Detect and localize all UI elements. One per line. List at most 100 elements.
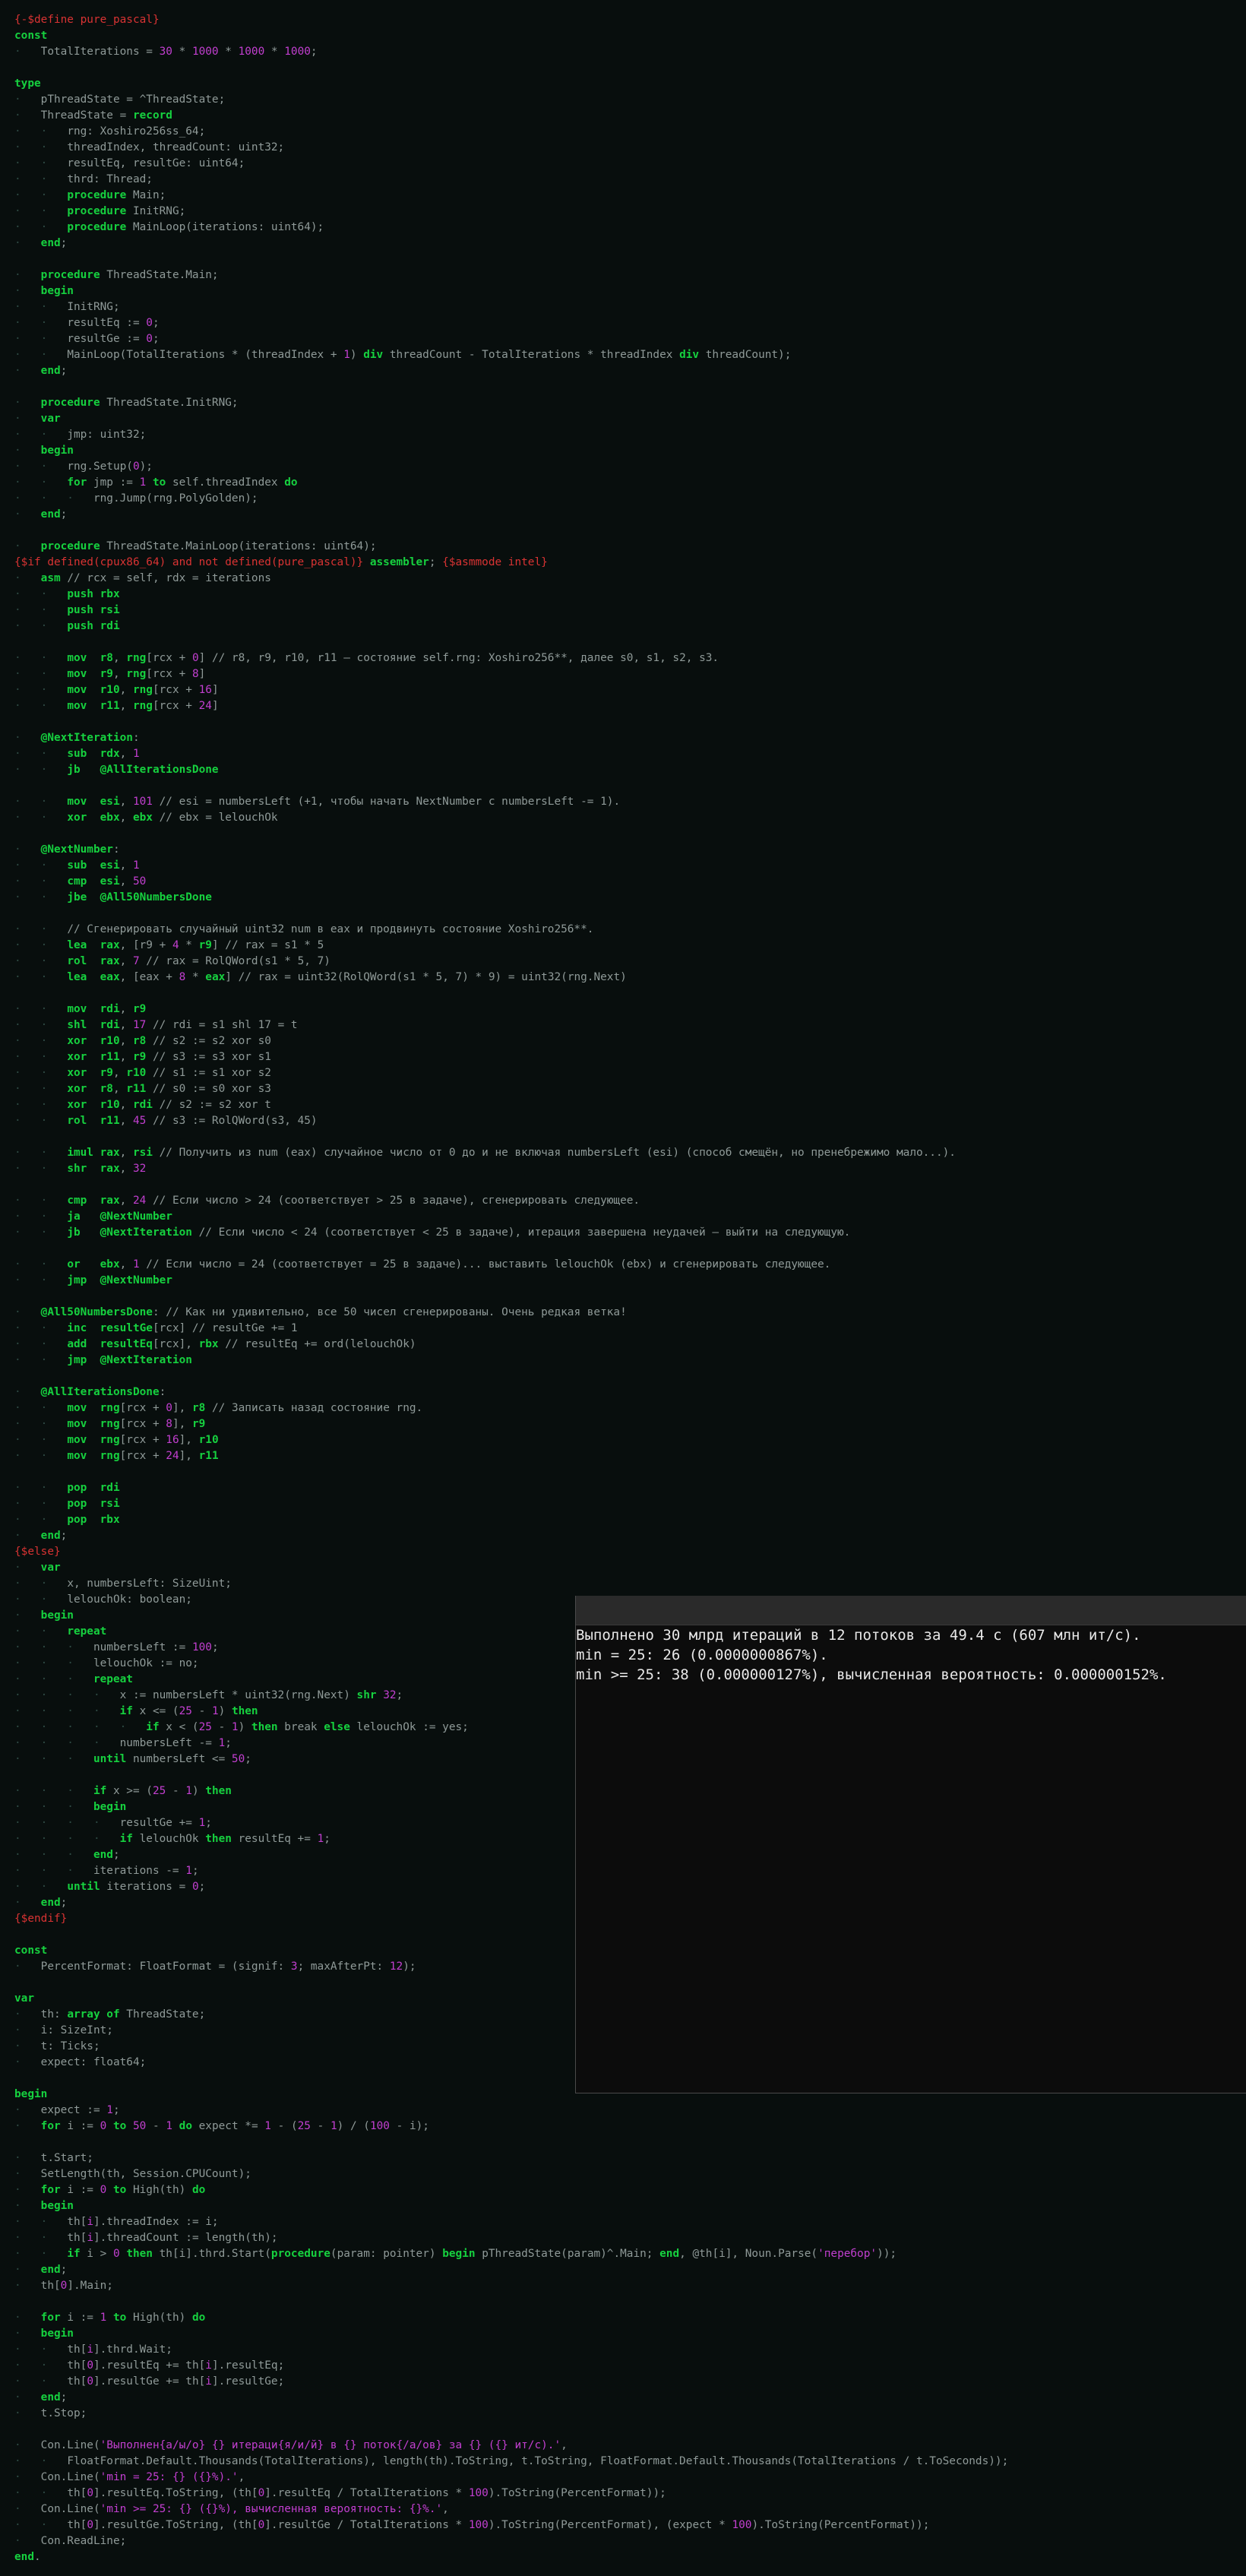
code-token: end — [40, 1897, 61, 1909]
code-token: · — [14, 2008, 41, 2021]
code-token: ; — [112, 1849, 120, 1861]
code-token: 3 — [290, 1960, 298, 1973]
console-line: min = 25: 26 (0.0000000867%). — [576, 1647, 828, 1663]
code-token: · · — [14, 221, 68, 233]
code-token: · — [14, 2264, 41, 2276]
code-token: · · · · — [14, 1817, 120, 1829]
code-token: to — [112, 2312, 127, 2324]
code-token: add — [67, 1338, 87, 1350]
code-line: · · if i > 0 then th[i].thrd.Start(proce… — [0, 2246, 1246, 2262]
code-token: Con.Line( — [40, 2439, 100, 2451]
code-token: begin — [40, 2328, 74, 2340]
code-token: r9 — [100, 668, 113, 680]
code-token: procedure — [67, 189, 127, 201]
code-line: · t.Start; — [0, 2150, 1246, 2166]
code-line: · · mov rdi, r9 — [0, 1002, 1246, 1017]
code-token: · · — [14, 205, 68, 217]
code-line: · begin — [0, 2326, 1246, 2342]
console-output: Выполнено 30 млрд итераций в 12 потоков … — [576, 1625, 1246, 1685]
code-token: rax — [100, 1147, 120, 1159]
code-token: eax — [100, 971, 120, 983]
code-line: · end; — [0, 363, 1246, 379]
code-token: end — [40, 1530, 61, 1542]
code-token: - — [191, 1705, 212, 1717]
code-line: · · th[i].thrd.Wait; — [0, 2342, 1246, 2358]
code-line: · · th[i].threadIndex := i; — [0, 2214, 1246, 2230]
code-token: end — [40, 508, 61, 521]
code-token: th[ — [67, 2343, 87, 2356]
code-token: pop — [67, 1514, 87, 1526]
code-line: · · mov rng[rcx + 16], r10 — [0, 1432, 1246, 1448]
code-token: i — [205, 2359, 212, 2372]
code-line: · procedure ThreadState.Main; — [0, 267, 1246, 283]
code-token: , — [119, 1163, 133, 1175]
code-token: rng — [100, 1434, 120, 1446]
code-token: · — [14, 2535, 41, 2547]
code-token: th[ — [40, 2280, 61, 2292]
code-token: · — [14, 2040, 41, 2052]
code-token: resultEq := — [67, 317, 147, 329]
code-token: mov — [67, 652, 87, 664]
code-token: 12 — [389, 1960, 403, 1973]
code-token: (param: pointer) — [330, 2248, 443, 2260]
code-token: rol — [67, 955, 87, 967]
console-title-bar[interactable] — [576, 1596, 1246, 1625]
code-token: · — [14, 2391, 41, 2404]
code-token: jmp — [67, 1354, 87, 1366]
code-token: t.Start; — [40, 2152, 93, 2164]
code-token: th[ — [67, 2487, 87, 2499]
code-token: ; — [60, 2264, 68, 2276]
code-token: 1 — [231, 1721, 239, 1733]
code-token: · — [14, 109, 41, 122]
console-window[interactable]: Выполнено 30 млрд итераций в 12 потоков … — [575, 1596, 1246, 2093]
code-token: r10 — [100, 1035, 120, 1047]
code-token: 25 — [198, 1721, 212, 1733]
code-token: · · — [14, 1003, 68, 1015]
code-token: · — [14, 365, 41, 377]
code-token: · — [14, 445, 41, 457]
code-token: · · — [14, 1274, 68, 1286]
code-line: · begin — [0, 2198, 1246, 2214]
code-token: : — [112, 843, 120, 856]
code-token: 30 — [159, 46, 172, 58]
code-token: 0 — [132, 460, 140, 473]
code-token: resultEq += — [231, 1833, 318, 1845]
code-token: 1 — [106, 2104, 113, 2116]
code-token: r9 — [132, 1051, 147, 1063]
code-token: · — [14, 1530, 41, 1542]
code-token: @NextNumber — [40, 843, 113, 856]
code-line: · · th[i].threadCount := length(th); — [0, 2230, 1246, 2246]
code-token: 4 — [172, 939, 179, 951]
code-token: 0 — [191, 1881, 199, 1893]
code-token: · · — [14, 891, 68, 903]
code-token: · — [14, 2439, 41, 2451]
code-token: rdi — [100, 1482, 120, 1494]
code-token: · — [14, 1386, 41, 1398]
code-token: ThreadState.InitRNG; — [100, 397, 239, 409]
code-token: InitRNG; — [67, 301, 120, 313]
code-line: · @NextIteration: — [0, 730, 1246, 746]
code-editor[interactable]: {-$define pure_pascal} const · TotalIterat… — [0, 0, 1246, 2576]
code-token: do — [191, 2184, 206, 2196]
code-token: rdi — [132, 1099, 153, 1111]
code-line: · · xor ebx, ebx // ebx = lelouchOk — [0, 810, 1246, 826]
code-token: th[ — [67, 2232, 87, 2244]
code-token: · · — [14, 1482, 68, 1494]
code-token: · · — [14, 2248, 68, 2260]
code-line: · · mov r10, rng[rcx + 16] — [0, 682, 1246, 698]
code-token: [rcx], — [152, 1338, 199, 1350]
code-line: · · jb @NextIteration // Если число < 24… — [0, 1225, 1246, 1241]
code-token: [rcx + — [119, 1450, 166, 1462]
code-token: 100 — [732, 2519, 752, 2531]
code-token: MainLoop(TotalIterations * (threadIndex … — [67, 349, 344, 361]
